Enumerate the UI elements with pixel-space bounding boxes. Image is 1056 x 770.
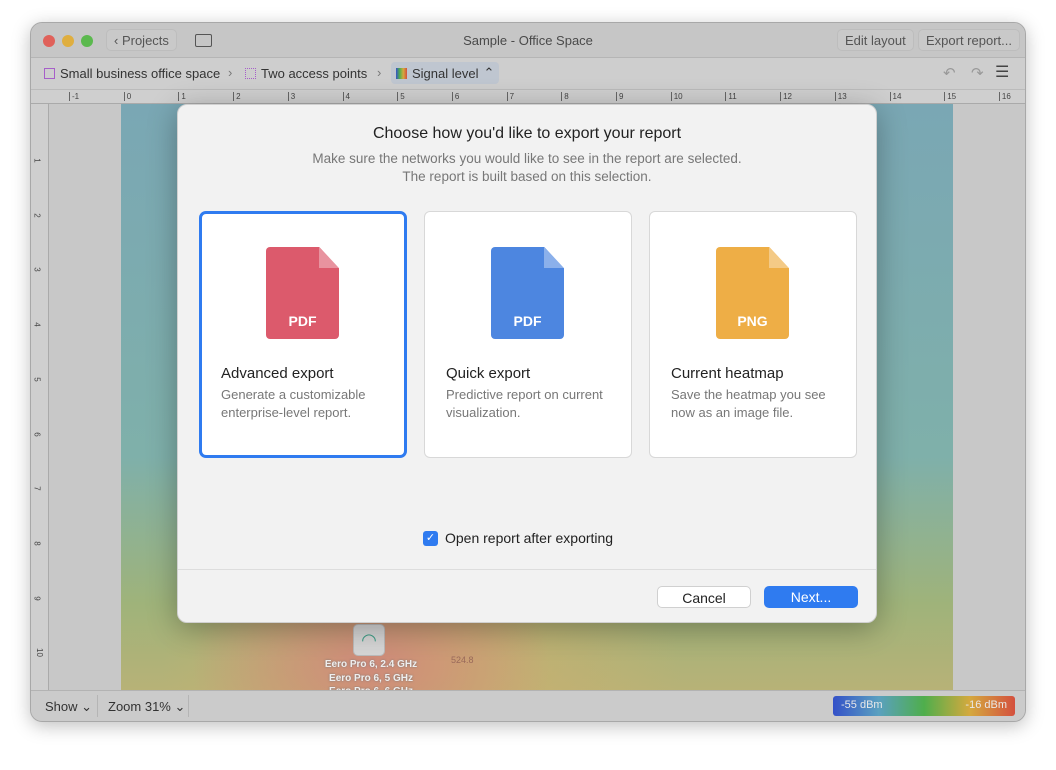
ruler-tick: 5 [32, 377, 42, 382]
open-after-export-checkbox[interactable]: ✓ Open report after exporting [423, 530, 613, 546]
access-points-icon [245, 68, 256, 79]
ruler-tick: 13 [834, 92, 847, 101]
ruler-tick: 1 [178, 92, 186, 101]
updown-chevron-icon: ⌃ [483, 65, 495, 80]
chevron-right-icon: › [377, 65, 382, 80]
show-menu[interactable]: Show ⌄ [45, 699, 92, 715]
ruler-tick: 2 [233, 92, 241, 101]
breadcrumb-scenario[interactable]: Two access points [245, 66, 367, 81]
dimension-label: 524.8 [451, 655, 474, 665]
export-option-advanced-export[interactable]: PDF Advanced export Generate a customiza… [199, 211, 407, 458]
ruler-tick: 14 [889, 92, 901, 101]
divider [178, 569, 876, 570]
dialog-subtitle: Make sure the networks you would like to… [312, 151, 742, 184]
ruler-tick: 4 [342, 92, 350, 101]
ap-label: Eero Pro 6, 2.4 GHz [324, 659, 418, 670]
next-button[interactable]: Next... [764, 586, 858, 608]
ruler-tick: 16 [998, 92, 1011, 101]
file-format-label: PNG [737, 313, 768, 329]
ruler-tick: 1 [32, 158, 42, 163]
dialog-title: Choose how you'd like to export your rep… [372, 125, 682, 142]
export-option-quick-export[interactable]: PDF Quick export Predictive report on cu… [424, 211, 632, 458]
export-report-button[interactable]: Export report... [918, 29, 1020, 51]
export-dialog: Choose how you'd like to export your rep… [177, 104, 877, 623]
chevron-down-icon: ⌄ [81, 699, 93, 714]
ruler-tick: 8 [561, 92, 569, 101]
ruler-tick: 2 [32, 212, 42, 218]
chevron-right-icon: › [228, 65, 233, 80]
option-description: Generate a customizable enterprise-level… [221, 387, 366, 420]
ruler-tick: 9 [616, 92, 623, 101]
ruler-tick: 12 [780, 92, 792, 101]
export-option-current-heatmap[interactable]: PNG Current heatmap Save the heatmap you… [649, 211, 857, 458]
ruler-tick: 10 [670, 92, 683, 101]
ruler-tick: 6 [32, 431, 42, 437]
ruler-tick: 7 [32, 486, 42, 491]
ruler-tick: 8 [32, 541, 42, 546]
ruler-tick: 4 [32, 322, 42, 327]
zoom-menu[interactable]: Zoom 31% ⌄ [108, 699, 185, 715]
signal-legend: -55 dBm -16 dBm [833, 696, 1015, 716]
checkmark-icon: ✓ [423, 530, 438, 546]
redo-icon[interactable]: ↷ [971, 64, 984, 82]
heatmap-icon [396, 67, 407, 79]
ruler-tick: 3 [287, 92, 295, 101]
ruler-tick: 15 [944, 92, 956, 101]
option-title: Advanced export [221, 365, 334, 382]
option-description: Predictive report on current visualizati… [446, 387, 603, 420]
breadcrumb-project[interactable]: Small business office space [44, 66, 220, 81]
access-point-marker[interactable]: ◠ [353, 624, 385, 656]
wifi-icon: ◠ [361, 630, 377, 650]
horizontal-ruler: -1 0 1 2 3 4 5 6 7 8 9 10 11 12 13 14 15 16 [31, 89, 1025, 104]
option-description: Save the heatmap you see now as an image… [671, 387, 826, 420]
visualization-select[interactable]: Signal level ⌃ [391, 62, 500, 84]
floorplan-icon [44, 68, 55, 79]
ruler-tick: -1 [69, 92, 79, 101]
chevron-down-icon: ⌄ [174, 699, 186, 714]
ruler-tick: 11 [725, 92, 737, 101]
ruler-tick: 7 [506, 92, 514, 101]
settings-sliders-icon[interactable]: ☰ [995, 62, 1009, 82]
cancel-button[interactable]: Cancel [657, 586, 751, 608]
breadcrumb: Small business office space › Two access… [31, 58, 1025, 89]
title-bar: ‹ Projects Sample - Office Space Edit la… [31, 23, 1025, 58]
bottom-bar: Show ⌄ Zoom 31% ⌄ -55 dBm -16 dBm [31, 690, 1025, 721]
ruler-tick: 3 [32, 267, 42, 273]
ruler-tick: 9 [32, 595, 42, 601]
ruler-tick: 5 [397, 92, 405, 101]
ruler-tick: 6 [451, 92, 459, 101]
edit-layout-button[interactable]: Edit layout [837, 29, 914, 51]
ruler-tick: 0 [123, 92, 131, 101]
undo-icon[interactable]: ↶ [943, 64, 956, 82]
option-title: Quick export [446, 365, 531, 382]
file-format-label: PDF [288, 313, 317, 329]
ap-label: Eero Pro 6, 5 GHz [329, 673, 413, 684]
ruler-tick: 10 [34, 648, 44, 658]
option-title: Current heatmap [671, 365, 784, 382]
vertical-ruler: 1 2 3 4 5 6 7 8 9 10 [31, 104, 49, 692]
file-format-label: PDF [513, 313, 542, 329]
